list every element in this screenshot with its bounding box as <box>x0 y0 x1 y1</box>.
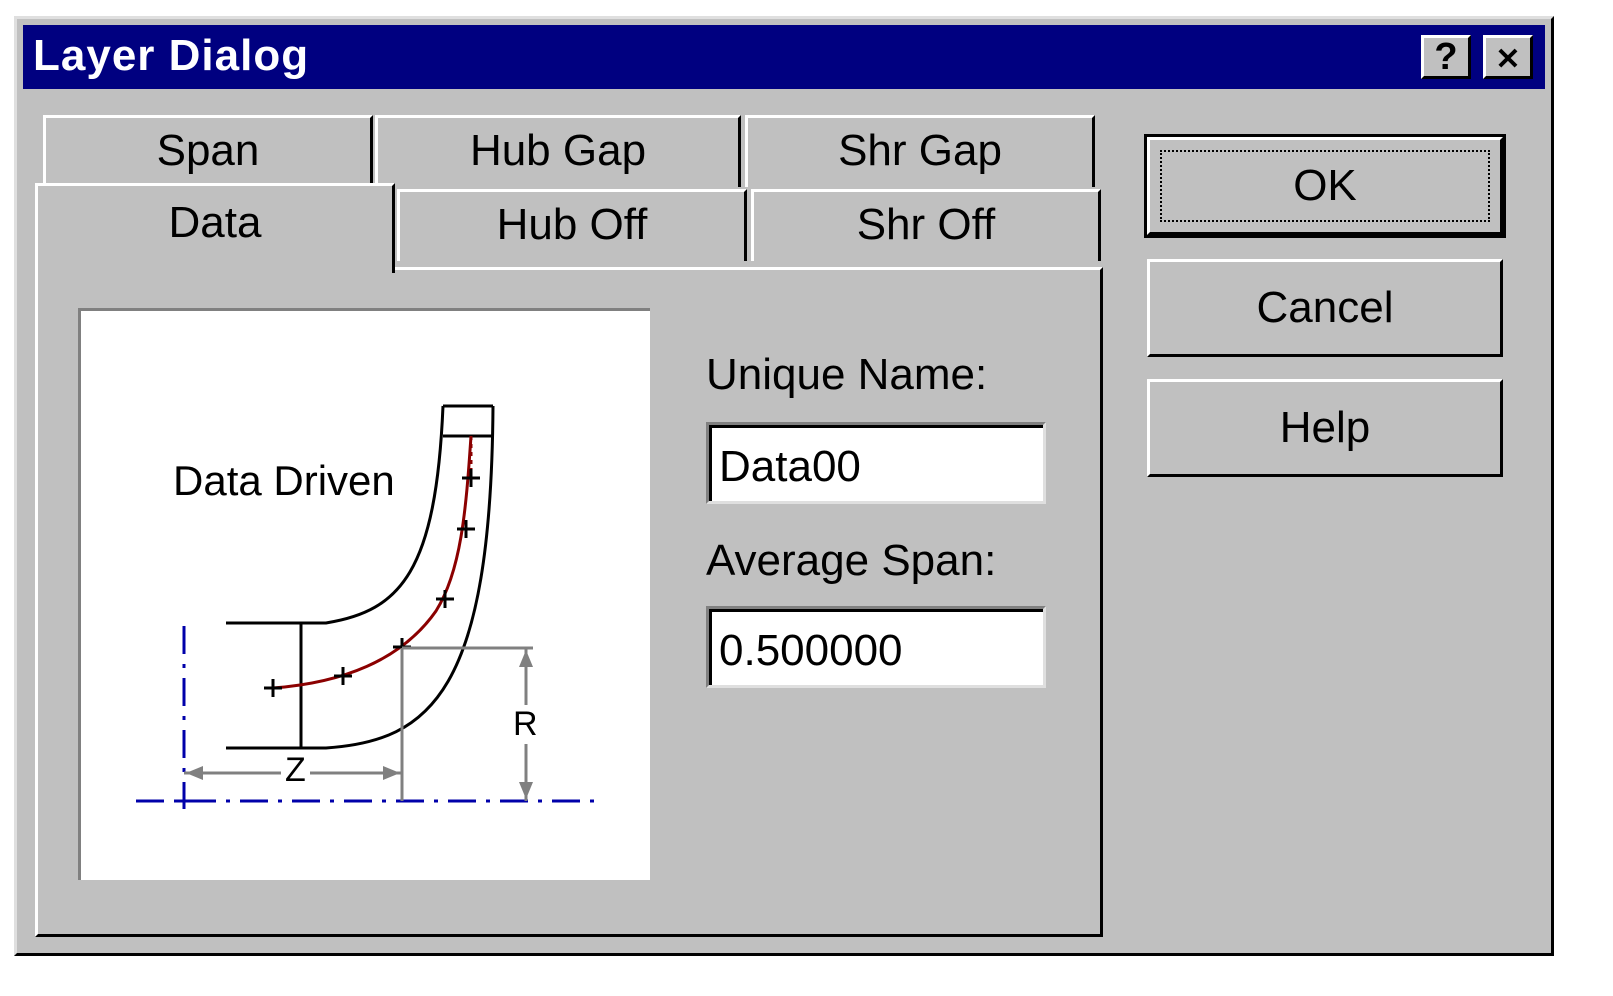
layer-dialog-window: Layer Dialog ? ✕ Span Hub Gap Shr Gap Da… <box>14 16 1554 956</box>
unique-name-input[interactable] <box>706 422 1046 504</box>
help-button-label: Help <box>1279 403 1371 452</box>
data-point <box>462 469 480 487</box>
diagram-caption: Data Driven <box>173 457 395 504</box>
window-title: Layer Dialog <box>33 31 310 80</box>
tab-hub-off[interactable]: Hub Off <box>397 189 747 261</box>
tab-hub-off-label: Hub Off <box>496 200 648 249</box>
ok-button-label: OK <box>1293 161 1357 210</box>
data-point <box>264 679 282 697</box>
data-driven-diagram: Data Driven Z R <box>78 308 650 880</box>
data-point <box>457 520 475 538</box>
tab-span[interactable]: Span <box>43 115 373 187</box>
tab-shr-gap[interactable]: Shr Gap <box>745 115 1095 187</box>
z-dimension-label: Z <box>281 751 310 790</box>
ok-button[interactable]: OK <box>1144 134 1506 238</box>
tab-shr-off[interactable]: Shr Off <box>751 189 1101 261</box>
help-title-button[interactable]: ? <box>1421 35 1471 79</box>
cancel-button[interactable]: Cancel <box>1147 259 1503 357</box>
title-bar[interactable]: Layer Dialog ? ✕ <box>23 25 1545 89</box>
diagram-svg <box>136 404 601 809</box>
data-tab-panel: Data Driven Z R Unique Name: Average Spa… <box>35 267 1103 937</box>
origin-marker <box>176 793 192 809</box>
cancel-button-label: Cancel <box>1256 283 1394 332</box>
average-span-input[interactable] <box>706 606 1046 688</box>
unique-name-label: Unique Name: <box>706 350 988 399</box>
help-button[interactable]: Help <box>1147 379 1503 477</box>
close-title-button[interactable]: ✕ <box>1483 35 1533 79</box>
r-dimension-label: R <box>513 705 538 744</box>
close-icon: ✕ <box>1495 43 1521 76</box>
tab-data-label: Data <box>168 198 262 247</box>
tab-span-label: Span <box>156 126 260 175</box>
shroud-curve <box>226 405 445 625</box>
average-span-label: Average Span: <box>706 536 997 585</box>
tab-hub-gap[interactable]: Hub Gap <box>375 115 741 187</box>
data-point <box>334 667 352 685</box>
tab-hub-gap-label: Hub Gap <box>469 126 647 175</box>
tab-data[interactable]: Data <box>35 183 395 273</box>
question-mark-icon: ? <box>1434 36 1458 78</box>
tab-shr-off-label: Shr Off <box>856 200 996 249</box>
tab-shr-gap-label: Shr Gap <box>838 126 1002 175</box>
